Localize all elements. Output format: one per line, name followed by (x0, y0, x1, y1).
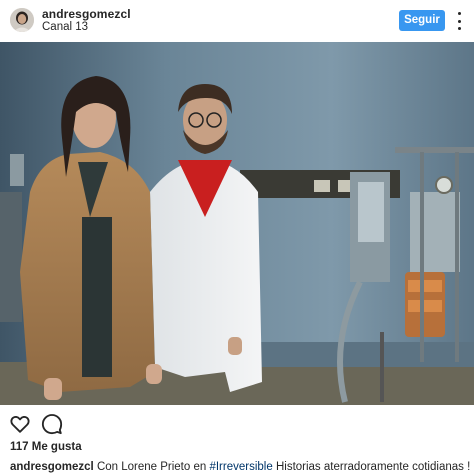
more-options-icon[interactable] (452, 12, 466, 30)
post-caption: andresgomezcl Con Lorene Prieto en #Irre… (10, 461, 470, 473)
speech-bubble-icon[interactable] (41, 413, 63, 435)
post-location[interactable]: Canal 13 (42, 21, 88, 33)
heart-outline-icon[interactable] (9, 413, 31, 435)
caption-username[interactable]: andresgomezcl (10, 461, 94, 473)
post-actions (0, 405, 474, 441)
avatar-photo (10, 8, 34, 32)
likes-count[interactable]: 117 Me gusta (10, 441, 82, 453)
caption-text-before: Con Lorene Prieto en (96, 461, 207, 473)
post-image (0, 42, 474, 405)
post-author-username[interactable]: andresgomezcl (42, 7, 131, 21)
instagram-post: andresgomezcl Canal 13 Seguir 117 Me gus… (0, 0, 474, 476)
post-header: andresgomezcl Canal 13 Seguir (0, 0, 474, 42)
post-photo[interactable] (0, 42, 474, 405)
caption-hashtag[interactable]: #Irreversible (209, 461, 272, 473)
caption-text-after: Historias aterradoramente cotidianas ! (275, 461, 471, 473)
avatar[interactable] (10, 8, 34, 32)
follow-button[interactable]: Seguir (399, 10, 445, 31)
